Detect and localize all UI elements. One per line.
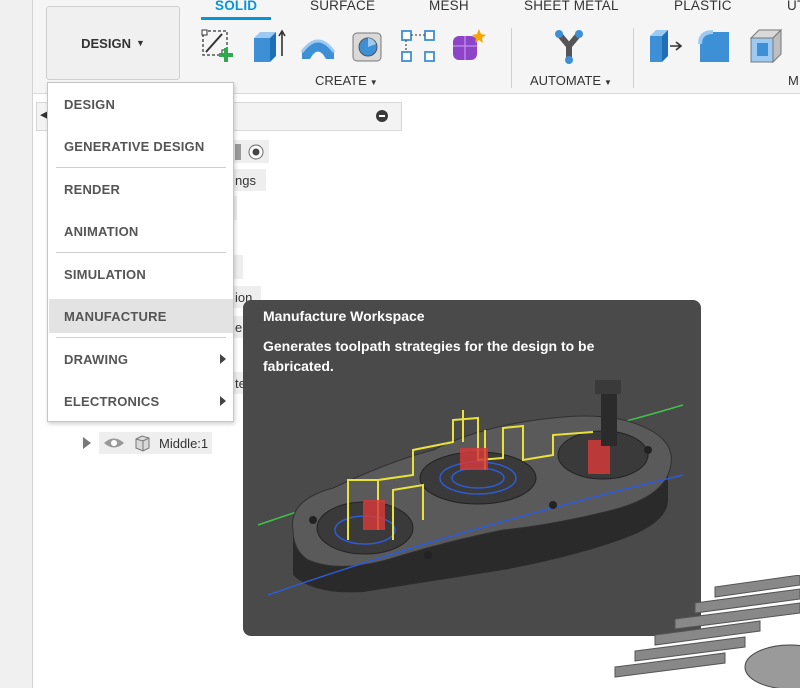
automate-group-label[interactable]: AUTOMATE ▼ bbox=[530, 73, 612, 88]
press-pull-icon[interactable] bbox=[642, 24, 686, 68]
menu-item-label: ANIMATION bbox=[64, 223, 139, 239]
menu-item-render[interactable]: RENDER bbox=[49, 172, 233, 206]
minus-circle-icon[interactable] bbox=[376, 110, 388, 122]
browser-row-fragment bbox=[233, 255, 243, 279]
menu-separator bbox=[56, 252, 226, 253]
shell-icon[interactable] bbox=[743, 24, 787, 68]
browser-row-fragment: te bbox=[233, 372, 243, 394]
browser-tree-item[interactable]: Middle:1 bbox=[80, 432, 232, 454]
menu-item-drawing[interactable]: DRAWING bbox=[49, 342, 233, 376]
menu-item-generative-design[interactable]: GENERATIVE DESIGN bbox=[49, 129, 233, 163]
pattern-icon[interactable] bbox=[396, 24, 440, 68]
tab-surface[interactable]: SURFACE bbox=[310, 0, 375, 13]
menu-item-label: DRAWING bbox=[64, 351, 129, 367]
extrude-icon[interactable] bbox=[246, 24, 290, 68]
toolbar-separator bbox=[633, 28, 634, 88]
toolbar-separator bbox=[511, 28, 512, 88]
automate-label: AUTOMATE bbox=[530, 73, 602, 88]
workspace-switcher-button[interactable]: DESIGN ▼ bbox=[46, 6, 180, 80]
browser-row-fragment: ngs bbox=[233, 169, 266, 191]
menu-item-label: SIMULATION bbox=[64, 266, 146, 282]
menu-separator bbox=[56, 167, 226, 168]
tab-mesh[interactable]: MESH bbox=[429, 0, 469, 13]
modify-group-label[interactable]: M bbox=[788, 73, 799, 88]
component-icon bbox=[135, 435, 150, 452]
left-edge-panel bbox=[0, 0, 33, 688]
menu-item-label: RENDER bbox=[64, 181, 121, 197]
tab-utilities[interactable]: UT bbox=[787, 0, 800, 13]
expand-arrow-icon[interactable] bbox=[83, 437, 91, 449]
fillet-icon[interactable] bbox=[693, 24, 737, 68]
create-label: CREATE bbox=[315, 73, 367, 88]
main-toolbar: DESIGN ▼ SOLID SURFACE MESH SHEET METAL … bbox=[33, 0, 800, 94]
tree-item-label: Middle:1 bbox=[159, 435, 209, 451]
menu-item-manufacture[interactable]: MANUFACTURE bbox=[49, 299, 233, 333]
revolve-icon[interactable] bbox=[296, 24, 340, 68]
menu-item-label: GENERATIVE DESIGN bbox=[64, 138, 205, 154]
submenu-arrow-icon bbox=[220, 396, 226, 406]
caret-down-icon: ▼ bbox=[369, 78, 378, 87]
menu-item-electronics[interactable]: ELECTRONICS bbox=[49, 384, 233, 418]
menu-item-label: MANUFACTURE bbox=[64, 308, 167, 324]
radio-toggle-strip bbox=[233, 140, 269, 163]
menu-item-label: ELECTRONICS bbox=[64, 393, 160, 409]
menu-separator bbox=[56, 337, 226, 338]
workspace-dropdown-menu: DESIGN GENERATIVE DESIGN RENDER ANIMATIO… bbox=[47, 82, 234, 422]
submenu-arrow-icon bbox=[220, 354, 226, 364]
eye-icon[interactable] bbox=[103, 436, 125, 450]
menu-item-label: DESIGN bbox=[64, 96, 116, 112]
tab-sheet-metal[interactable]: SHEET METAL bbox=[524, 0, 619, 13]
tooltip-description: Generates toolpath strategies for the de… bbox=[263, 338, 595, 374]
browser-row-text: ngs bbox=[235, 172, 256, 188]
tooltip-title: Manufacture Workspace bbox=[263, 308, 425, 324]
create-sketch-icon[interactable] bbox=[196, 24, 240, 68]
hole-icon[interactable] bbox=[346, 24, 390, 68]
workspace-label: DESIGN bbox=[81, 35, 131, 51]
menu-item-simulation[interactable]: SIMULATION bbox=[49, 257, 233, 291]
tab-solid[interactable]: SOLID bbox=[215, 0, 257, 13]
viewport-model-fragment bbox=[614, 575, 800, 688]
caret-down-icon: ▼ bbox=[604, 78, 612, 87]
tree-item-body: Middle:1 bbox=[99, 432, 213, 454]
form-icon[interactable] bbox=[446, 24, 490, 68]
menu-item-design[interactable]: DESIGN bbox=[49, 87, 233, 121]
tab-plastic[interactable]: PLASTIC bbox=[674, 0, 732, 13]
create-group-label[interactable]: CREATE ▼ bbox=[315, 73, 378, 88]
modify-label: M bbox=[788, 73, 799, 88]
radio-icon[interactable] bbox=[235, 143, 267, 161]
active-tab-indicator bbox=[201, 17, 271, 20]
caret-down-icon: ▼ bbox=[135, 38, 145, 48]
automate-icon[interactable] bbox=[547, 24, 591, 68]
menu-item-animation[interactable]: ANIMATION bbox=[49, 214, 233, 248]
browser-row-text: te bbox=[235, 375, 243, 391]
